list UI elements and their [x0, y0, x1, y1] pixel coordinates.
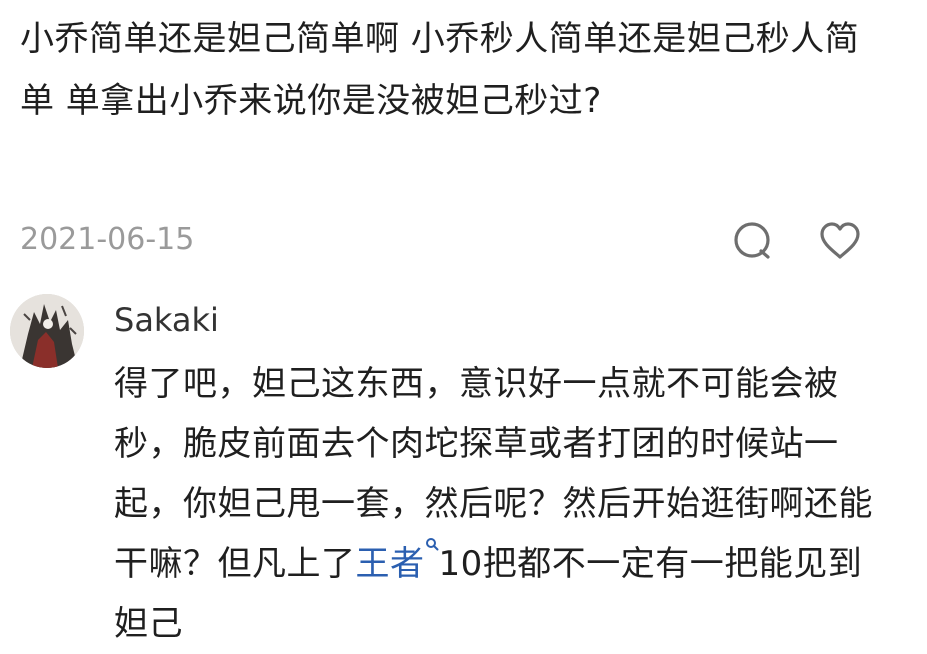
reply-button[interactable] [732, 220, 774, 262]
parent-comment: 小乔简单还是妲己简单啊 小乔秒人简单还是妲己秒人简单 单拿出小乔来说你是没被妲己… [20, 8, 880, 132]
avatar-image [10, 294, 84, 368]
like-button[interactable] [818, 220, 862, 262]
reply-username[interactable]: Sakaki [114, 296, 219, 344]
search-icon [425, 538, 438, 551]
keyword-link-label[interactable]: 王者 [356, 544, 425, 584]
comment-bubble-icon [734, 222, 770, 259]
reply-text: 得了吧，妲己这东西，意识好一点就不可能会被秒，脆皮前面去个肉坨探草或者打团的时候… [114, 354, 884, 654]
heart-icon [820, 222, 860, 259]
comment-meta-row: 2021-06-15 [20, 218, 890, 262]
keyword-link[interactable]: 王者 [356, 538, 439, 584]
comment-date: 2021-06-15 [20, 222, 195, 257]
avatar[interactable] [10, 294, 84, 368]
parent-comment-text: 小乔简单还是妲己简单啊 小乔秒人简单还是妲己秒人简单 单拿出小乔来说你是没被妲己… [20, 19, 860, 121]
